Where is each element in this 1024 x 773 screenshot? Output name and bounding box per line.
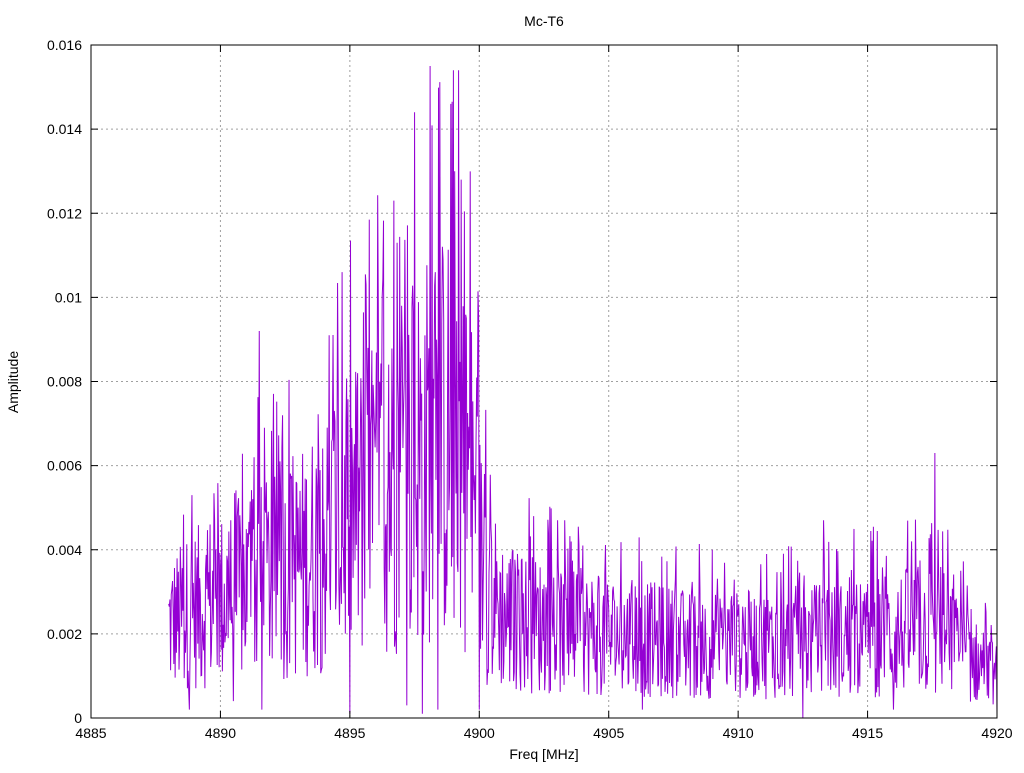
y-tick-label: 0.016 xyxy=(47,37,82,53)
y-tick-label: 0.004 xyxy=(47,542,82,558)
y-tick-label: 0 xyxy=(74,710,82,726)
y-tick-label: 0.014 xyxy=(47,121,82,137)
chart-title: Mc-T6 xyxy=(524,13,564,29)
y-tick-label: 0.012 xyxy=(47,205,82,221)
x-tick-label: 4905 xyxy=(593,725,624,741)
x-tick-label: 4895 xyxy=(334,725,365,741)
y-tick-label: 0.006 xyxy=(47,458,82,474)
x-tick-label: 4915 xyxy=(852,725,883,741)
x-axis-label: Freq [MHz] xyxy=(509,746,578,762)
chart: 4885 4890 4895 4900 4905 4910 4915 4920 0 0.002 0.… xyxy=(0,0,1024,768)
y-tick-label: 0.002 xyxy=(47,626,82,642)
chart-svg: 4885 4890 4895 4900 4905 4910 4915 4920 0 0.002 0.… xyxy=(0,0,1024,768)
x-tick-label: 4890 xyxy=(205,725,236,741)
x-tick-label: 4885 xyxy=(75,725,106,741)
y-tick-label: 0.01 xyxy=(55,289,82,305)
y-axis-label: Amplitude xyxy=(5,351,21,413)
x-tick-label: 4900 xyxy=(464,725,495,741)
x-tick-label: 4920 xyxy=(981,725,1012,741)
x-tick-label: 4910 xyxy=(723,725,754,741)
y-tick-label: 0.008 xyxy=(47,374,82,390)
